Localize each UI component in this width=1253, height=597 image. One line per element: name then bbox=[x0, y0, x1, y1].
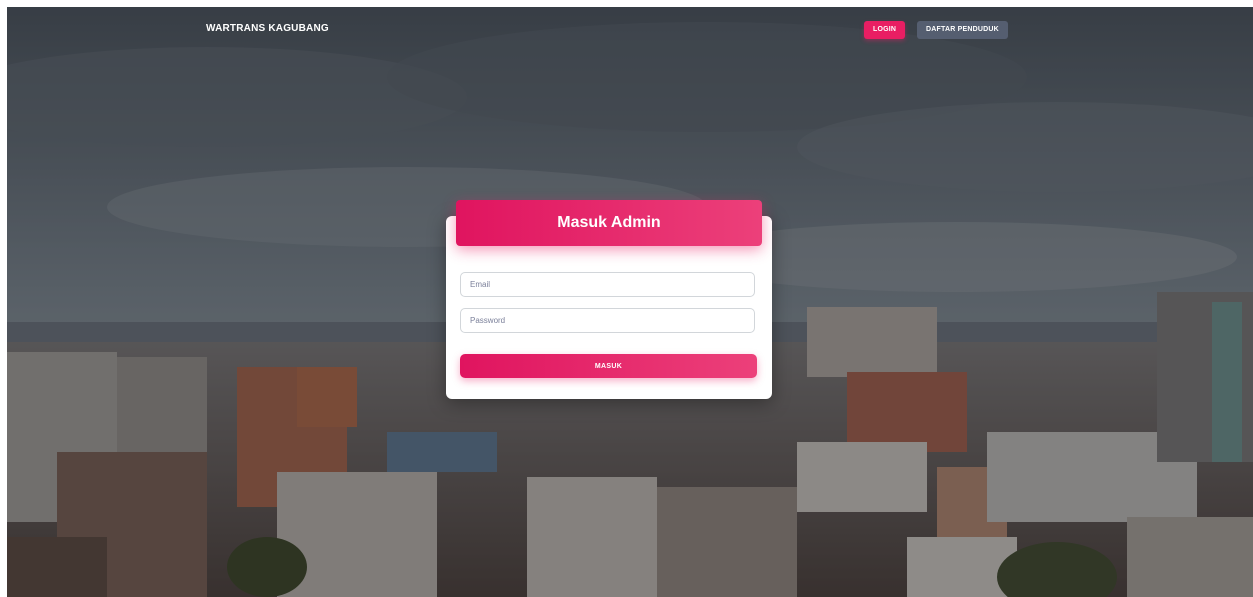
login-card: Masuk Admin MASUK bbox=[446, 200, 772, 399]
brand-link[interactable]: WARTRANS KAGUBANG bbox=[206, 23, 329, 34]
daftar-penduduk-button[interactable]: DAFTAR PENDUDUK bbox=[917, 21, 1008, 39]
login-card-header: Masuk Admin bbox=[456, 200, 762, 246]
page-frame: WARTRANS KAGUBANG LOGIN DAFTAR PENDUDUK … bbox=[7, 7, 1253, 597]
login-title: Masuk Admin bbox=[557, 214, 661, 231]
email-field[interactable] bbox=[460, 272, 755, 297]
masuk-submit-button[interactable]: MASUK bbox=[460, 354, 757, 378]
top-navbar: WARTRANS KAGUBANG LOGIN DAFTAR PENDUDUK bbox=[7, 7, 1253, 53]
login-button[interactable]: LOGIN bbox=[864, 21, 906, 39]
password-field[interactable] bbox=[460, 308, 755, 333]
